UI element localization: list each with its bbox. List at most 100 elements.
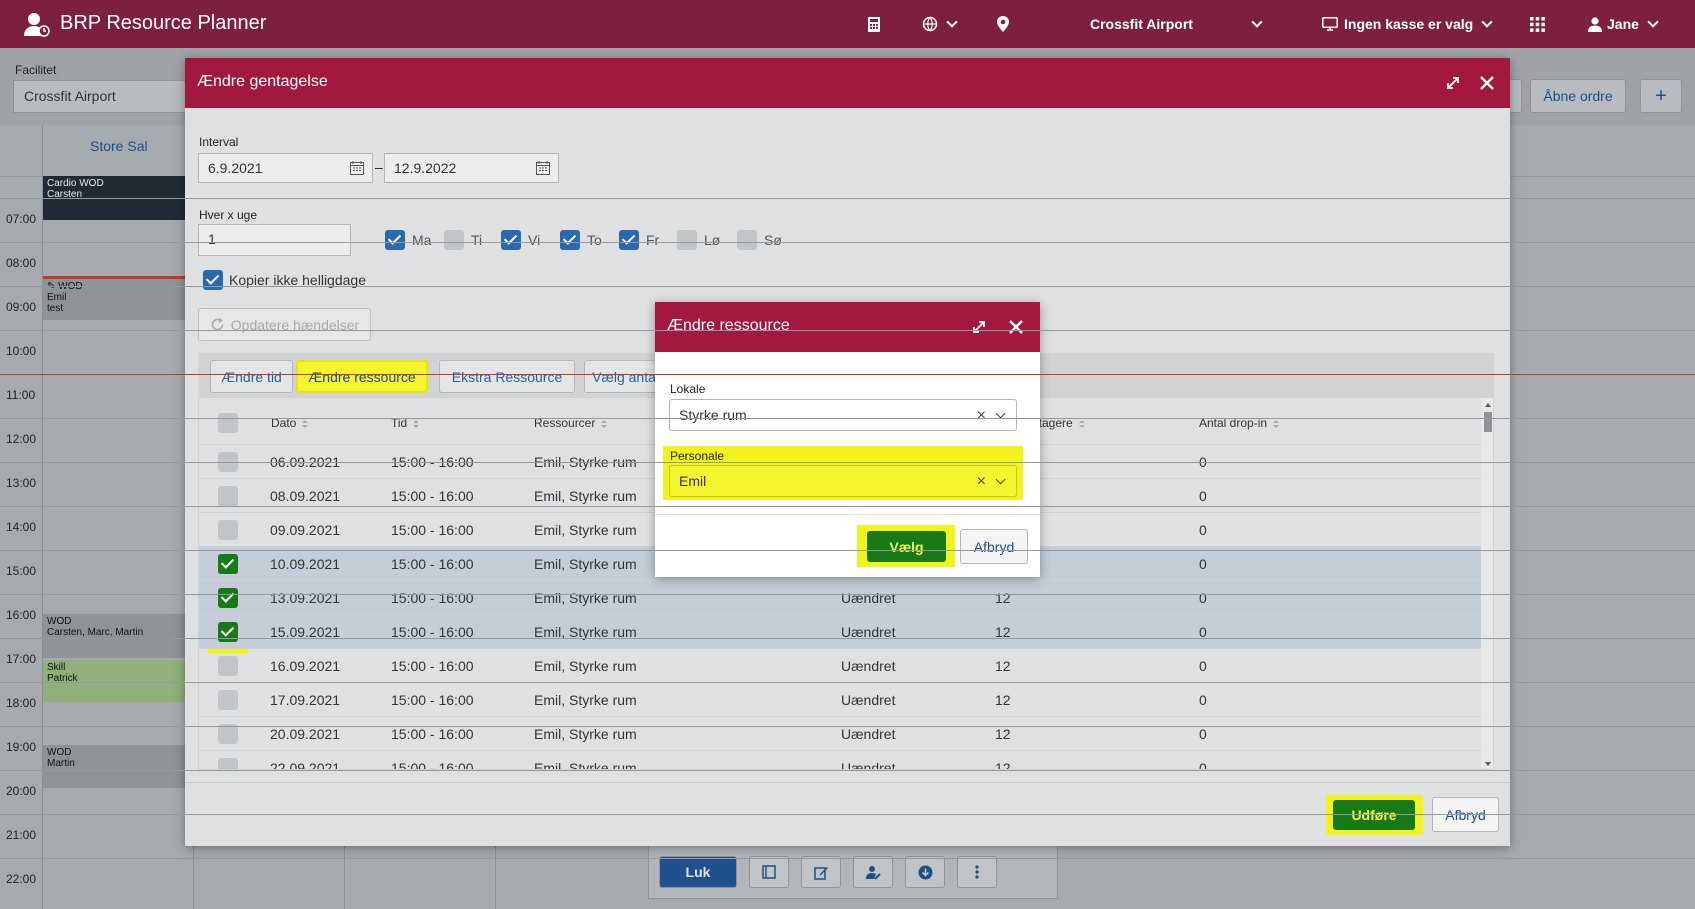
table-row[interactable]: 17.09.2021 15:00 - 16:00 Emil, Styrke rum U… bbox=[199, 682, 1481, 716]
hour-line bbox=[0, 550, 1695, 551]
chevron-down-icon bbox=[1647, 16, 1659, 28]
date-to-input[interactable]: 12.9.2022 bbox=[384, 153, 559, 183]
download-button[interactable] bbox=[905, 856, 945, 888]
dialog-cancel-button[interactable]: Afbryd bbox=[960, 529, 1028, 564]
facility-dropdown[interactable]: Crossfit Airport bbox=[1090, 0, 1290, 48]
weekday-checkbox[interactable] bbox=[619, 230, 639, 250]
tab-change-resource[interactable]: Ændre ressource bbox=[296, 360, 428, 393]
clear-icon[interactable]: × bbox=[977, 407, 986, 425]
date-from-input[interactable]: 6.9.2021 bbox=[198, 153, 373, 183]
edit-button[interactable] bbox=[801, 856, 841, 888]
cell-time: 15:00 - 16:00 bbox=[391, 726, 474, 742]
calculator-button[interactable] bbox=[868, 0, 880, 48]
weekday-checkbox[interactable] bbox=[385, 230, 405, 250]
row-checkbox[interactable] bbox=[218, 520, 238, 540]
row-checkbox[interactable] bbox=[218, 622, 238, 642]
table-row[interactable]: 16.09.2021 15:00 - 16:00 Emil, Styrke rum U… bbox=[199, 648, 1481, 682]
change-resource-dialog: Ændre ressource Lokale Styrke rum × Pers… bbox=[655, 302, 1040, 577]
table-row[interactable]: 22.09.2021 15:00 - 16:00 Emil, Styrke rum U… bbox=[199, 750, 1481, 770]
apps-button[interactable] bbox=[1530, 0, 1545, 48]
calendar-event[interactable]: WOD Carsten, Marc, Martin bbox=[43, 614, 193, 658]
weekly-input[interactable]: 1 bbox=[198, 224, 351, 256]
tab-change-time[interactable]: Ændre tid bbox=[210, 360, 293, 393]
scroll-down-icon[interactable] bbox=[1481, 759, 1494, 769]
add-button[interactable]: + bbox=[1640, 79, 1682, 113]
time-label: 11:00 bbox=[6, 388, 36, 402]
open-orders-button[interactable]: Åbne ordre bbox=[1530, 79, 1626, 113]
location-button[interactable] bbox=[997, 0, 1009, 48]
close-icon[interactable] bbox=[1476, 72, 1498, 94]
event-note: test bbox=[47, 303, 64, 314]
update-events-button[interactable]: Opdatere hændelser bbox=[198, 308, 371, 341]
calendar-icon[interactable] bbox=[350, 161, 364, 175]
hour-line bbox=[0, 462, 1695, 463]
tab-extra-resource[interactable]: Ekstra Ressource bbox=[439, 360, 575, 393]
row-checkbox[interactable] bbox=[218, 724, 238, 744]
weekday-checkbox[interactable] bbox=[560, 230, 580, 250]
cell-date: 10.09.2021 bbox=[270, 556, 341, 572]
event-title: Cardio WOD bbox=[47, 178, 104, 189]
app-title: BRP Resource Planner bbox=[60, 12, 267, 34]
table-row[interactable]: 15.09.2021 15:00 - 16:00 Emil, Styrke rum U… bbox=[199, 614, 1481, 648]
chevron-down-icon bbox=[1481, 16, 1493, 28]
cell-participants: 12 bbox=[995, 590, 1011, 606]
staff-label: Personale bbox=[670, 449, 725, 463]
apps-grid-icon bbox=[1530, 16, 1545, 32]
scrollbar-thumb[interactable] bbox=[1484, 412, 1492, 432]
row-checkbox[interactable] bbox=[218, 656, 238, 676]
tab-choose-count[interactable]: Vælg anta bbox=[584, 360, 664, 393]
sort-icon bbox=[413, 419, 420, 428]
cell-dropin: 0 bbox=[1199, 760, 1207, 770]
table-row[interactable]: 13.09.2021 15:00 - 16:00 Emil, Styrke rum U… bbox=[199, 580, 1481, 614]
cell-time: 15:00 - 16:00 bbox=[391, 760, 474, 770]
row-checkbox[interactable] bbox=[218, 690, 238, 710]
close-button[interactable]: Luk bbox=[659, 856, 737, 888]
user-menu[interactable]: Jane bbox=[1588, 0, 1659, 48]
table-row[interactable]: 20.09.2021 15:00 - 16:00 Emil, Styrke rum U… bbox=[199, 716, 1481, 750]
weekday-checkbox[interactable] bbox=[501, 230, 521, 250]
close-icon[interactable] bbox=[1005, 316, 1027, 338]
chevron-down-icon[interactable] bbox=[995, 408, 1006, 419]
select-button[interactable]: Vælg bbox=[867, 531, 946, 562]
event-title: Skill bbox=[47, 662, 66, 673]
event-people: Carsten, Marc, Martin bbox=[47, 627, 144, 638]
facility-input[interactable]: Crossfit Airport bbox=[13, 80, 188, 113]
calendar-icon[interactable] bbox=[536, 161, 550, 175]
more-button[interactable] bbox=[957, 856, 997, 888]
row-checkbox[interactable] bbox=[218, 486, 238, 506]
calendar-event[interactable]: WOD Martin bbox=[43, 745, 193, 788]
expand-icon[interactable] bbox=[1442, 72, 1464, 94]
table-scrollbar[interactable] bbox=[1481, 398, 1494, 769]
select-all-checkbox[interactable] bbox=[218, 413, 238, 433]
weekday-label: Ti bbox=[471, 232, 483, 248]
row-checkbox[interactable] bbox=[218, 758, 238, 769]
cash-register-dropdown[interactable]: Ingen kasse er valg bbox=[1322, 0, 1493, 48]
room-column-header[interactable]: Store Sal bbox=[90, 138, 148, 154]
scroll-up-icon[interactable] bbox=[1481, 400, 1494, 410]
calendar-event[interactable]: ✎ WOD Emil test bbox=[43, 276, 193, 320]
hour-line bbox=[0, 726, 1695, 727]
execute-button[interactable]: Udføre bbox=[1333, 800, 1415, 830]
globe-menu[interactable] bbox=[922, 0, 958, 48]
staff-select[interactable]: Emil × bbox=[669, 465, 1017, 497]
location-select[interactable]: Styrke rum × bbox=[669, 399, 1017, 431]
event-title: WOD bbox=[47, 616, 72, 627]
calendar-event[interactable]: Skill Patrick bbox=[43, 660, 193, 702]
cell-participants: 12 bbox=[995, 658, 1011, 674]
weekday-checkbox[interactable] bbox=[677, 230, 697, 250]
weekday-checkbox[interactable] bbox=[444, 230, 464, 250]
time-label: 13:00 bbox=[6, 476, 37, 490]
row-checkbox[interactable] bbox=[218, 554, 238, 574]
expand-icon[interactable] bbox=[968, 316, 990, 338]
sort-icon bbox=[1273, 419, 1280, 428]
panel-button[interactable] bbox=[749, 856, 789, 888]
weekday-label: Fr bbox=[646, 232, 660, 248]
cell-status: Uændret bbox=[841, 726, 896, 742]
weekday-checkbox[interactable] bbox=[737, 230, 757, 250]
assign-user-button[interactable] bbox=[853, 856, 893, 888]
row-checkbox[interactable] bbox=[218, 588, 238, 608]
clear-icon[interactable]: × bbox=[977, 473, 986, 491]
chevron-down-icon[interactable] bbox=[995, 474, 1006, 485]
skip-holidays-checkbox[interactable] bbox=[203, 270, 223, 290]
time-label: 20:00 bbox=[6, 784, 37, 798]
